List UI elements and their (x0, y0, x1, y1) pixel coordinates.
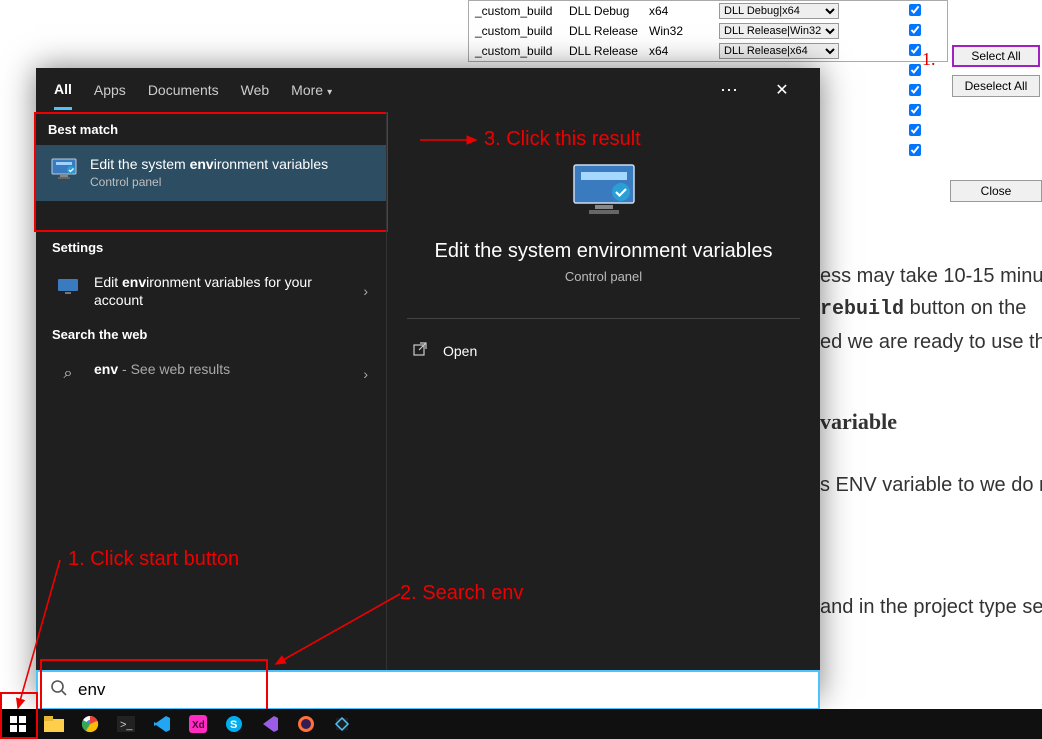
proj-cfg: DLL Release (569, 44, 649, 58)
proj-sel[interactable]: DLL Release|Win32 (719, 23, 849, 39)
taskbar-visualstudio[interactable] (252, 709, 288, 739)
table-row: _custom_build DLL Debug x64 DLL Debug|x6… (469, 1, 947, 21)
search-icon: ⌕ (54, 360, 82, 388)
result-subtitle: Control panel (90, 175, 328, 191)
tab-apps[interactable]: Apps (94, 72, 126, 108)
svg-text:Xd: Xd (192, 720, 205, 731)
proj-name: _custom_build (469, 24, 569, 38)
svg-text:>_: >_ (120, 719, 133, 731)
chevron-right-icon: › (363, 283, 368, 299)
divider (407, 318, 800, 319)
background-document-text: ess may take 10-15 minut rebuild button … (820, 260, 1042, 623)
open-icon (411, 341, 429, 360)
taskbar-file-explorer[interactable] (36, 709, 72, 739)
start-button[interactable] (0, 709, 36, 739)
build-checkbox[interactable] (909, 4, 921, 16)
table-row: _custom_build DLL Release Win32 DLL Rele… (469, 21, 947, 41)
config-select[interactable]: DLL Release|x64 (719, 43, 839, 59)
tab-all[interactable]: All (54, 71, 72, 110)
search-tabs: All Apps Documents Web More▾ ⋯ ✕ (36, 68, 820, 112)
build-checkbox[interactable] (909, 144, 921, 156)
build-checkbox[interactable] (909, 84, 921, 96)
taskbar-skype[interactable]: S (216, 709, 252, 739)
proj-plat: x64 (649, 4, 719, 18)
best-match-highlight-box: Best match Edit the system environment v… (34, 112, 388, 232)
section-search-web: Search the web (40, 319, 382, 350)
tab-documents[interactable]: Documents (148, 72, 219, 108)
taskbar-firefox[interactable] (288, 709, 324, 739)
result-text: Edit the system environment variables Co… (90, 155, 328, 191)
dialog-close-wrap: Close (950, 180, 1042, 202)
system-settings-icon (50, 155, 78, 183)
bg-line: rebuild button on the (820, 292, 1042, 326)
selection-buttons: 1. Select All Deselect All (952, 45, 1042, 105)
chevron-right-icon: › (363, 366, 368, 382)
result-web-search[interactable]: ⌕ env - See web results › (40, 350, 382, 398)
svg-text:S: S (230, 719, 237, 731)
result-text: Edit environment variables for your acco… (94, 273, 351, 309)
bg-line: ess may take 10-15 minut (820, 260, 1042, 292)
deselect-all-button[interactable]: Deselect All (952, 75, 1040, 97)
proj-cfg: DLL Debug (569, 4, 649, 18)
chevron-down-icon: ▾ (327, 87, 332, 98)
taskbar-chrome[interactable] (72, 709, 108, 739)
build-checkbox[interactable] (909, 24, 921, 36)
build-checkbox[interactable] (909, 104, 921, 116)
table-row: _custom_build DLL Release x64 DLL Releas… (469, 41, 947, 61)
search-results-column: Best match Edit the system environment v… (36, 112, 386, 698)
taskbar: >_ Xd S (0, 709, 1042, 739)
open-label: Open (443, 343, 477, 359)
open-action[interactable]: Open (407, 333, 800, 368)
search-input[interactable] (78, 680, 806, 700)
bg-line: and in the project type sel (820, 591, 1042, 623)
tab-more[interactable]: More▾ (291, 72, 332, 108)
section-settings: Settings (40, 232, 382, 263)
build-checkbox[interactable] (909, 124, 921, 136)
taskbar-terminal[interactable]: >_ (108, 709, 144, 739)
proj-sel[interactable]: DLL Debug|x64 (719, 3, 849, 19)
more-options-button[interactable]: ⋯ (720, 80, 740, 101)
cmake-config-table: _custom_build DLL Debug x64 DLL Debug|x6… (468, 0, 948, 62)
build-checkbox[interactable] (909, 44, 921, 56)
search-icon (50, 679, 68, 702)
build-checkbox-column (885, 0, 945, 160)
bg-line: s ENV variable to we do n (820, 469, 1042, 501)
result-edit-system-env-vars[interactable]: Edit the system environment variables Co… (36, 145, 386, 201)
config-select[interactable]: DLL Release|Win32 (719, 23, 839, 39)
proj-sel[interactable]: DLL Release|x64 (719, 43, 849, 59)
taskbar-xd[interactable]: Xd (180, 709, 216, 739)
section-best-match: Best match (36, 114, 386, 145)
result-edit-user-env-vars[interactable]: Edit environment variables for your acco… (40, 263, 382, 319)
proj-plat: Win32 (649, 24, 719, 38)
build-checkbox[interactable] (909, 64, 921, 76)
bg-line: ed we are ready to use the (820, 326, 1042, 358)
config-select[interactable]: DLL Debug|x64 (719, 3, 839, 19)
close-search-button[interactable]: ✕ (762, 80, 802, 100)
preview-title: Edit the system environment variables (435, 240, 773, 263)
select-all-button[interactable]: Select All (952, 45, 1040, 67)
annotation-number: 1. (922, 49, 936, 70)
preview-subtitle: Control panel (565, 269, 642, 284)
bg-heading: variable (820, 404, 1042, 439)
tab-web[interactable]: Web (241, 72, 270, 108)
proj-name: _custom_build (469, 44, 569, 58)
close-button[interactable]: Close (950, 180, 1042, 202)
proj-plat: x64 (649, 44, 719, 58)
proj-cfg: DLL Release (569, 24, 649, 38)
settings-icon (54, 273, 82, 301)
taskbar-app[interactable] (324, 709, 360, 739)
start-search-panel: All Apps Documents Web More▾ ⋯ ✕ Best ma… (36, 68, 820, 698)
result-text: env - See web results (94, 360, 230, 378)
result-preview-pane: Edit the system environment variables Co… (386, 112, 820, 698)
proj-name: _custom_build (469, 4, 569, 18)
taskbar-vscode[interactable] (144, 709, 180, 739)
system-settings-icon-large (569, 160, 639, 220)
search-input-row[interactable] (36, 670, 820, 710)
